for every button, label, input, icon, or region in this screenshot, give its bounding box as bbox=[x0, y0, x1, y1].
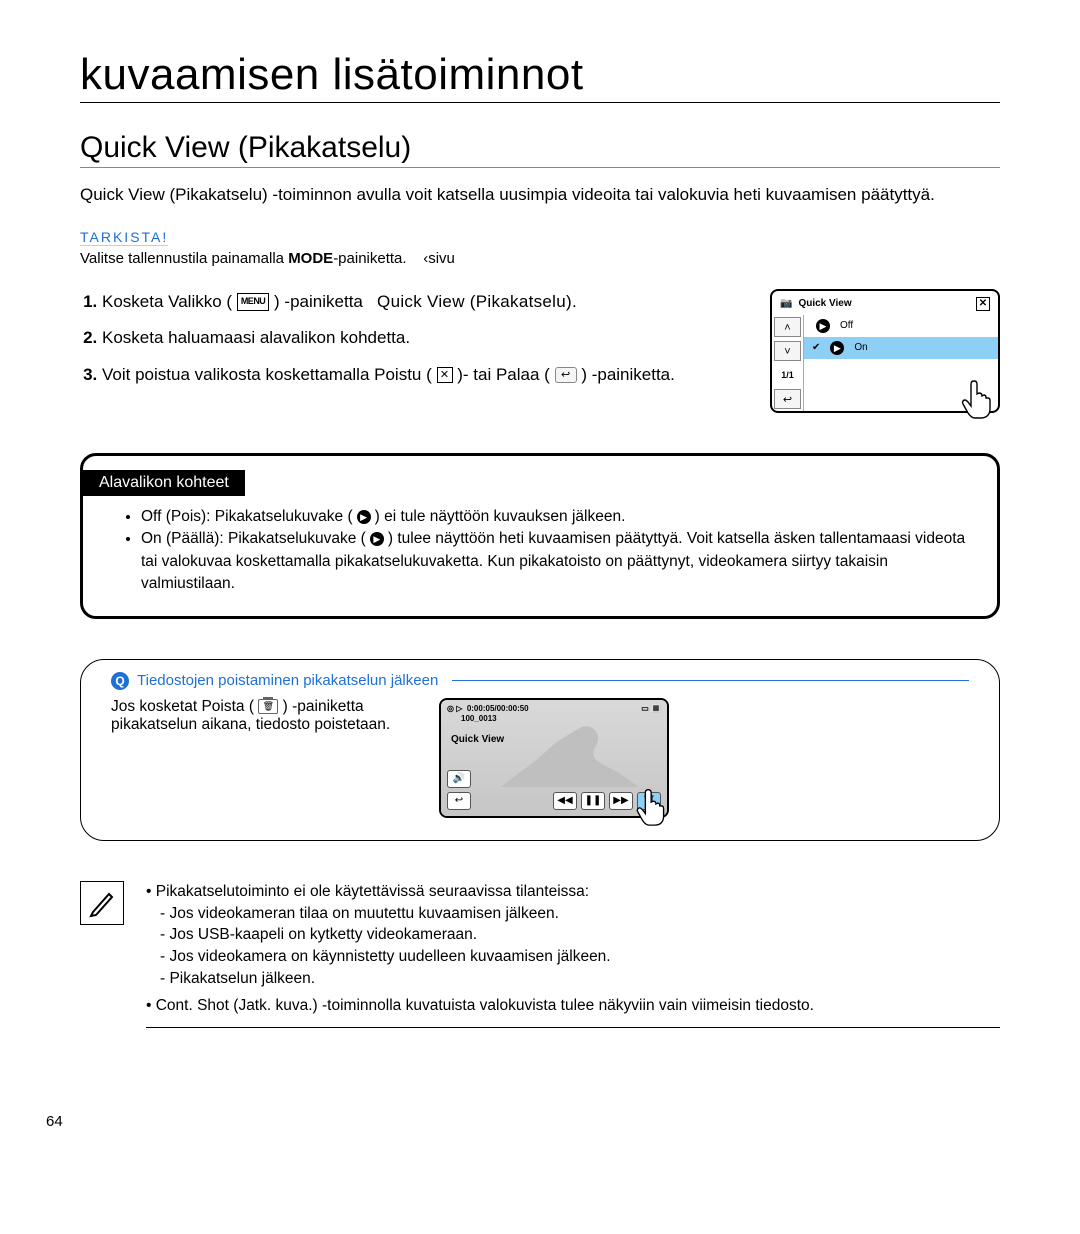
step-list: Kosketa Valikko ( MENU ) -painiketta Qui… bbox=[80, 289, 750, 413]
hand-pointer-icon bbox=[956, 373, 1004, 421]
down-icon: ˅ bbox=[774, 341, 801, 361]
camera-icon: 📷 bbox=[780, 298, 792, 309]
return-icon: ↩ bbox=[774, 389, 801, 409]
check-icon: ✔ bbox=[812, 342, 820, 353]
page-number: 64 bbox=[46, 1113, 63, 1130]
note-b3: - Jos videokamera on käynnistetty uudell… bbox=[146, 946, 1000, 968]
option-on: ✔▶On bbox=[804, 337, 998, 359]
volume-icon: 🔊 bbox=[447, 770, 471, 788]
tip-title: Tiedostojen poistaminen pikakatselun jäl… bbox=[137, 672, 444, 689]
note-b2: - Jos USB-kaapeli on kytketty videokamer… bbox=[146, 924, 1000, 946]
playback-label: Quick View bbox=[451, 734, 504, 745]
step-3: Voit poistua valikosta koskettamalla Poi… bbox=[102, 362, 750, 388]
note-icon bbox=[80, 881, 124, 925]
submenu-box: Alavalikon kohteet Off (Pois): Pikakatse… bbox=[80, 453, 1000, 619]
search-icon: Q bbox=[111, 672, 129, 690]
tip-box: Q Tiedostojen poistaminen pikakatselun j… bbox=[80, 659, 1000, 841]
tip-text: Jos kosketat Poista ( 🗑 ) -painiketta pi… bbox=[111, 698, 411, 818]
page-title: kuvaamisen lisätoiminnot bbox=[80, 50, 1000, 103]
menu-icon: MENU bbox=[237, 293, 270, 311]
close-icon: ✕ bbox=[976, 297, 990, 311]
return-icon: ↩ bbox=[555, 367, 577, 383]
device-title: Quick View bbox=[798, 298, 851, 309]
play-icon: ▶ bbox=[357, 510, 371, 524]
play-icon: ▶ bbox=[830, 341, 844, 355]
device-preview: 📷 Quick View ✕ ˄ ˅ 1/1 ↩ ▶Off ✔▶On bbox=[770, 289, 1000, 413]
step-2: Kosketa haluamaasi alavalikon kohdetta. bbox=[102, 325, 750, 351]
play-icon: ▶ bbox=[816, 319, 830, 333]
note-a: Pikakatselutoiminto ei ole käytettävissä… bbox=[156, 883, 589, 900]
trash-icon: 🗑 bbox=[258, 699, 278, 714]
submenu-on: On (Päällä): Pikakatselukuvake (▶) tulee… bbox=[141, 528, 973, 595]
submenu-header: Alavalikon kohteet bbox=[83, 470, 245, 496]
step-1: Kosketa Valikko ( MENU ) -painiketta Qui… bbox=[102, 289, 750, 315]
forward-icon: ▶▶ bbox=[609, 792, 633, 810]
option-off: ▶Off bbox=[804, 315, 998, 337]
check-note: Valitse tallennustila painamalla MODE-pa… bbox=[80, 250, 1000, 267]
close-icon: ✕ bbox=[437, 367, 453, 383]
pause-icon: ❚❚ bbox=[581, 792, 605, 810]
submenu-off: Off (Pois): Pikakatselukuvake (▶) ei tul… bbox=[141, 506, 973, 528]
rewind-icon: ◀◀ bbox=[553, 792, 577, 810]
note-c: -toiminnolla kuvatuista valokuvista tule… bbox=[318, 997, 814, 1014]
intro-text: Quick View (Pikakatselu) -toiminnon avul… bbox=[80, 184, 1000, 207]
up-icon: ˄ bbox=[774, 317, 801, 337]
play-icon: ▶ bbox=[370, 532, 384, 546]
check-label: TARKISTA! bbox=[80, 229, 168, 246]
notes-section: • Pikakatselutoiminto ei ole käytettävis… bbox=[80, 881, 1000, 1028]
note-b1: - Jos videokameran tilaa on muutettu kuv… bbox=[146, 903, 1000, 925]
playback-preview: ◎ ▷ 0:00:05/00:00:50 ▭ 🔳 100_0013 Quick … bbox=[439, 698, 669, 818]
section-title: Quick View (Pikakatselu) bbox=[80, 131, 1000, 168]
note-b4: - Pikakatselun jälkeen. bbox=[146, 968, 1000, 990]
hand-pointer-icon bbox=[631, 782, 677, 828]
page-indicator: 1/1 bbox=[774, 365, 801, 385]
